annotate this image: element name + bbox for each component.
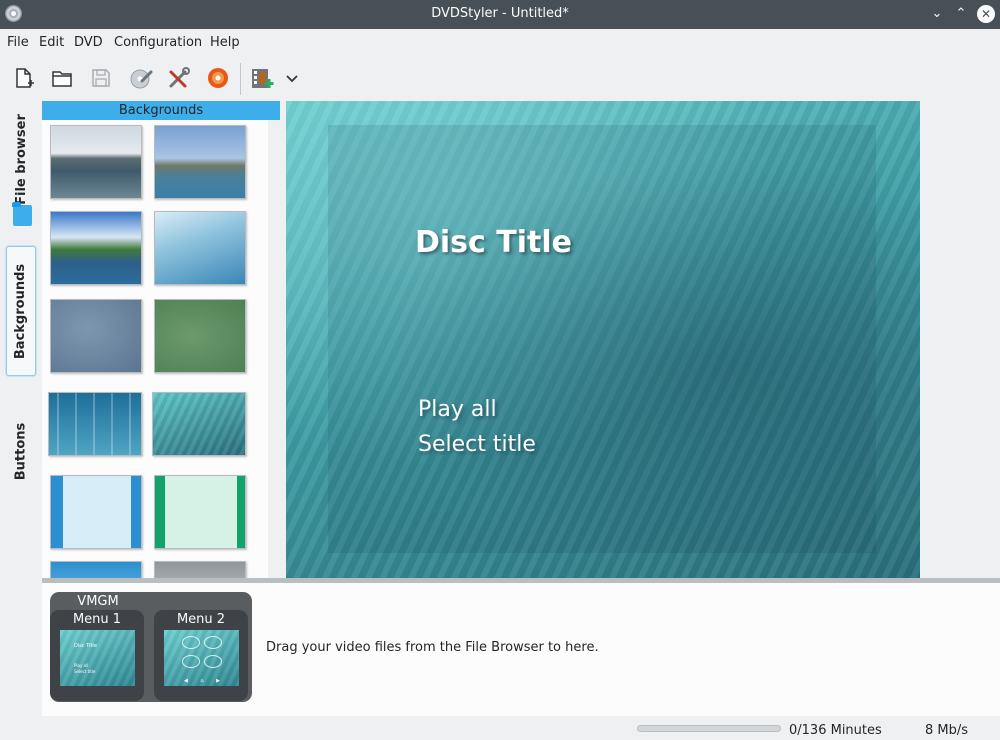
burn-disc-wrench-icon[interactable] — [128, 65, 154, 91]
select-title-button[interactable]: Select title — [418, 432, 536, 457]
backgrounds-header: Backgrounds — [42, 101, 280, 120]
menu-file[interactable]: File — [7, 35, 29, 50]
menu-1-preview-title: Disc Title — [74, 643, 97, 649]
menu-configuration[interactable]: Configuration — [114, 35, 202, 50]
new-document-icon[interactable] — [10, 65, 36, 91]
disc-usage-progress — [637, 725, 781, 732]
background-thumb-blue-stripes[interactable] — [48, 392, 142, 456]
toolbar — [0, 57, 1000, 101]
menu-2-button-ovals — [182, 636, 222, 674]
tab-buttons-label: Buttons — [13, 422, 29, 480]
disc-title-text[interactable]: Disc Title — [415, 225, 572, 260]
menu-2-nav-arrows: ◀ ⌂ ▶ — [184, 678, 220, 684]
menu-1-label: Menu 1 — [72, 612, 122, 627]
minutes-status: 0/136 Minutes — [789, 723, 882, 738]
background-thumb-green-cloud[interactable] — [154, 299, 246, 373]
tab-file-browser[interactable]: File browser — [6, 113, 36, 205]
backgrounds-scrollbar[interactable] — [268, 120, 280, 580]
add-video-file-icon[interactable] — [249, 65, 275, 91]
dropdown-chevron-icon[interactable] — [283, 65, 301, 91]
folder-icon — [12, 202, 32, 226]
background-thumb-sea-coast[interactable] — [50, 125, 142, 199]
title-bar: DVDStyler - Untitled* ⌄ ⌃ ✕ — [0, 0, 1000, 29]
background-thumb-blue-light-rays[interactable] — [154, 211, 246, 285]
menu-canvas[interactable]: Disc Title Play all Select title — [286, 101, 920, 578]
side-tabs: File browser Backgrounds Buttons — [0, 101, 42, 580]
vmgm-label: VMGM — [77, 594, 119, 609]
menu-help[interactable]: Help — [210, 35, 240, 50]
open-folder-icon[interactable] — [49, 65, 75, 91]
titleset-manager: VMGM Menu 1 Disc Title Play all Select t… — [42, 583, 1000, 716]
menu-editor-area: Disc Title Play all Select title — [286, 101, 1000, 580]
menu-bar: File Edit DVD Configuration Help — [0, 29, 1000, 56]
maximize-button[interactable]: ⌃ — [951, 4, 971, 24]
play-all-button[interactable]: Play all — [418, 397, 497, 422]
minimize-button[interactable]: ⌄ — [927, 4, 947, 24]
menu-2-label: Menu 2 — [176, 612, 226, 627]
menu-1-preview-line-2: Select title — [74, 669, 96, 674]
menu-1-preview: Disc Title Play all Select title — [60, 630, 135, 686]
background-thumb-teal-water[interactable] — [152, 392, 246, 456]
burn-dvd-icon[interactable] — [205, 65, 231, 91]
menu-1-card[interactable]: Menu 1 Disc Title Play all Select title — [50, 610, 144, 701]
tab-file-browser-label: File browser — [13, 113, 29, 205]
vmgm-group[interactable]: VMGM Menu 1 Disc Title Play all Select t… — [50, 592, 252, 702]
safe-area-frame — [328, 125, 876, 553]
background-thumb-island-ship[interactable] — [154, 125, 246, 199]
background-thumb-blue-grey-cloud[interactable] — [50, 299, 142, 373]
close-button[interactable]: ✕ — [977, 5, 995, 23]
menu-edit[interactable]: Edit — [39, 35, 64, 50]
toolbar-separator — [240, 63, 241, 95]
bitrate-status: 8 Mb/s — [925, 723, 969, 738]
menu-2-card[interactable]: Menu 2 ◀ ⌂ ▶ — [154, 610, 248, 701]
status-bar: 0/136 Minutes 8 Mb/s — [0, 716, 1000, 740]
settings-tools-icon[interactable] — [166, 65, 192, 91]
background-thumb-mint-green-frame[interactable] — [154, 475, 246, 549]
tab-backgrounds[interactable]: Backgrounds — [6, 246, 36, 376]
menu-dvd[interactable]: DVD — [74, 35, 103, 50]
tab-buttons[interactable]: Buttons — [6, 411, 36, 491]
tab-backgrounds-label: Backgrounds — [13, 263, 29, 359]
drag-video-hint: Drag your video files from the File Brow… — [266, 640, 599, 655]
save-icon[interactable] — [88, 65, 114, 91]
backgrounds-panel: Backgrounds — [42, 101, 280, 580]
menu-1-preview-line-1: Play all — [74, 663, 89, 668]
background-thumb-light-blue-frame[interactable] — [50, 475, 142, 549]
menu-2-preview: ◀ ⌂ ▶ — [164, 630, 239, 686]
background-thumb-lake-shore[interactable] — [50, 211, 142, 285]
window-title: DVDStyler - Untitled* — [431, 6, 569, 21]
